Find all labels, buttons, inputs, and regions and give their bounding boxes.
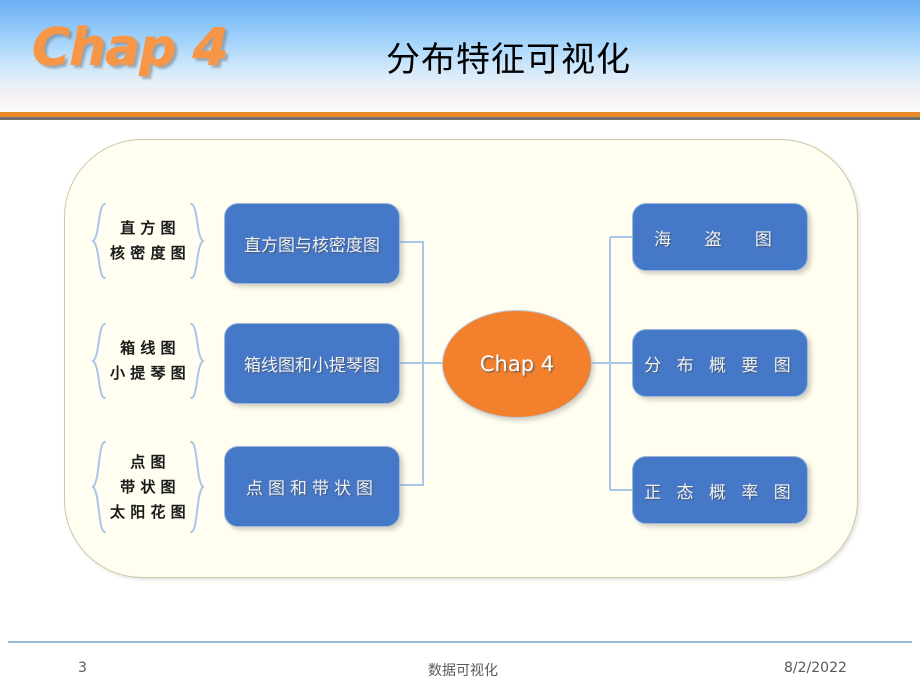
header-gray-rule: [0, 117, 920, 120]
node-box-label: 分 布 概 要 图: [644, 355, 796, 376]
right-brace-icon-3: [189, 441, 204, 533]
node-box-boxplot-violin[interactable]: 箱线图和小提琴图: [224, 323, 400, 404]
brace-group-1: 直 方 图 核 密 度 图: [92, 202, 204, 280]
brace-item: 核 密 度 图: [110, 244, 186, 262]
node-box-distribution-summary[interactable]: 分 布 概 要 图: [632, 329, 808, 397]
page-title: 分布特征可视化: [386, 40, 631, 80]
left-brace-icon-3: [92, 441, 106, 533]
brace-labels-2: 箱 线 图 小 提 琴 图: [106, 336, 190, 386]
brace-item: 小 提 琴 图: [110, 364, 186, 382]
brace-labels-1: 直 方 图 核 密 度 图: [106, 216, 190, 266]
left-brace-icon-1: [92, 203, 106, 279]
brace-item: 直 方 图: [120, 219, 176, 237]
node-box-histogram-kde[interactable]: 直方图与核密度图: [224, 203, 400, 284]
right-brace-icon-1: [189, 203, 204, 279]
footer-center-text: 数据可视化: [428, 663, 498, 679]
footer-date: 8/2/2022: [784, 660, 847, 676]
node-box-label: 海 盗 图: [654, 229, 786, 250]
brace-item: 箱 线 图: [120, 339, 176, 357]
brace-item: 点 图: [130, 452, 166, 471]
node-box-normal-probability[interactable]: 正 态 概 率 图: [632, 456, 808, 524]
brace-labels-3: 点 图 带 状 图 太 阳 花 图: [106, 450, 190, 525]
node-box-label: 正 态 概 率 图: [644, 482, 796, 503]
slide-footer: 3 数据可视化 8/2/2022: [0, 648, 920, 690]
center-node-label: Chap 4: [479, 352, 555, 376]
footer-divider: [8, 641, 912, 643]
node-box-label: 点图和带状图: [246, 479, 378, 499]
footer-page-number: 3: [78, 660, 87, 676]
node-box-label: 箱线图和小提琴图: [244, 356, 380, 376]
brace-group-2: 箱 线 图 小 提 琴 图: [92, 322, 204, 400]
chapter-logo: Chap 4: [32, 18, 229, 79]
left-brace-icon-2: [92, 323, 106, 399]
center-node-chap4[interactable]: Chap 4: [442, 310, 592, 418]
right-brace-icon-2: [189, 323, 204, 399]
node-box-pirate-plot[interactable]: 海 盗 图: [632, 203, 808, 271]
node-box-label: 直方图与核密度图: [244, 236, 380, 256]
brace-item: 带 状 图: [120, 477, 176, 496]
brace-group-3: 点 图 带 状 图 太 阳 花 图: [92, 440, 204, 534]
node-box-dotplot-strip[interactable]: 点图和带状图: [224, 446, 400, 527]
brace-item: 太 阳 花 图: [110, 502, 186, 521]
